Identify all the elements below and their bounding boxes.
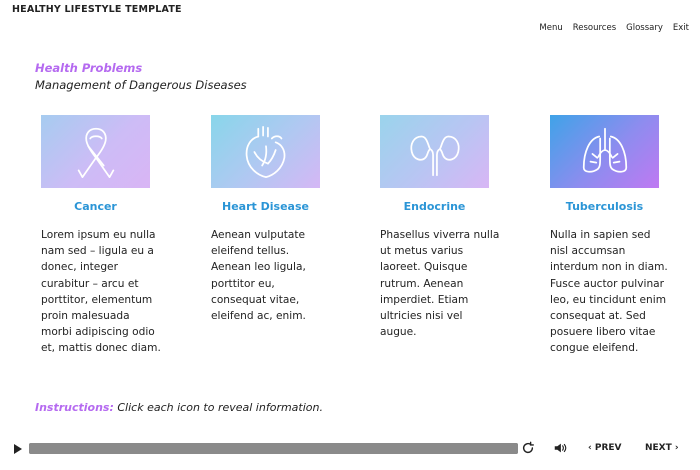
app-title: HEALTHY LIFESTYLE TEMPLATE bbox=[12, 4, 182, 15]
player-bar: ‹ PREV NEXT › bbox=[0, 438, 700, 460]
next-label: NEXT bbox=[645, 443, 672, 453]
replay-icon[interactable] bbox=[521, 441, 535, 455]
next-button[interactable]: NEXT › bbox=[645, 443, 679, 453]
volume-icon[interactable] bbox=[553, 441, 567, 455]
disease-card-tuberculosis: Tuberculosis Nulla in sapien sed nisl ac… bbox=[550, 115, 675, 357]
disease-card-endocrine: Endocrine Phasellus viverra nulla ut met… bbox=[380, 115, 505, 340]
resources-link[interactable]: Resources bbox=[573, 23, 616, 33]
tuberculosis-description: Nulla in sapien sed nisl accumsan interd… bbox=[550, 229, 668, 355]
play-icon[interactable] bbox=[14, 444, 22, 454]
kidneys-icon bbox=[409, 135, 460, 176]
disease-card-heart: Heart Disease Aenean vulputate eleifend … bbox=[211, 115, 336, 324]
glossary-link[interactable]: Glossary bbox=[626, 23, 663, 33]
exit-link[interactable]: Exit bbox=[673, 23, 689, 33]
instructions-label: Instructions: bbox=[35, 401, 114, 414]
endocrine-tile[interactable] bbox=[380, 115, 489, 188]
chevron-right-icon: › bbox=[671, 443, 679, 453]
top-menu: Menu Resources Glossary Exit bbox=[539, 23, 689, 33]
section-title: Health Problems bbox=[35, 61, 143, 75]
lungs-icon bbox=[582, 127, 627, 173]
tuberculosis-title[interactable]: Tuberculosis bbox=[550, 200, 659, 213]
progress-bar[interactable] bbox=[29, 443, 518, 454]
section-subtitle: Management of Dangerous Diseases bbox=[35, 78, 247, 92]
endocrine-description: Phasellus viverra nulla ut metus varius … bbox=[380, 229, 500, 339]
prev-button[interactable]: ‹ PREV bbox=[588, 443, 621, 453]
menu-link[interactable]: Menu bbox=[539, 23, 562, 33]
endocrine-title[interactable]: Endocrine bbox=[380, 200, 489, 213]
cancer-tile[interactable] bbox=[41, 115, 150, 188]
heart-tile[interactable] bbox=[211, 115, 320, 188]
heart-icon bbox=[245, 125, 285, 178]
heart-disease-title[interactable]: Heart Disease bbox=[211, 200, 320, 213]
prev-label: PREV bbox=[594, 443, 622, 453]
instructions: Instructions: Click each icon to reveal … bbox=[35, 401, 323, 414]
chevron-left-icon: ‹ bbox=[588, 443, 595, 453]
instructions-text: Click each icon to reveal information. bbox=[117, 401, 323, 414]
disease-card-cancer: Cancer Lorem ipsum eu nulla nam sed – li… bbox=[41, 115, 166, 357]
cancer-description: Lorem ipsum eu nulla nam sed – ligula eu… bbox=[41, 229, 161, 355]
heart-disease-description: Aenean vulputate eleifend tellus. Aenean… bbox=[211, 229, 306, 323]
cancer-title[interactable]: Cancer bbox=[41, 200, 150, 213]
progress-fill bbox=[29, 443, 518, 454]
ribbon-icon bbox=[77, 127, 114, 178]
tuberculosis-tile[interactable] bbox=[550, 115, 659, 188]
